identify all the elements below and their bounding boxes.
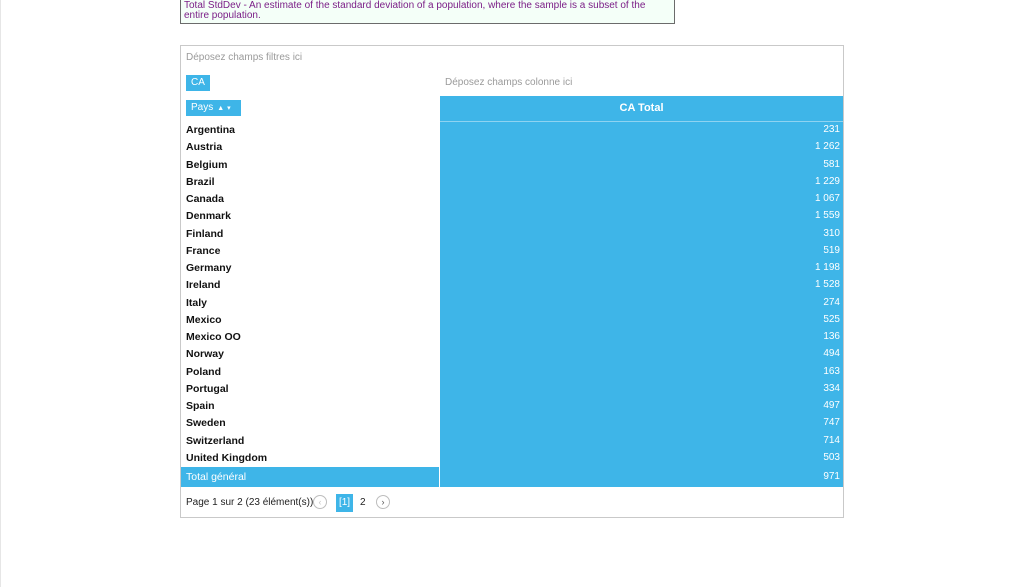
row-value: 231 bbox=[823, 124, 840, 135]
row-value: 1 262 bbox=[814, 141, 840, 153]
row-value: 1 229 bbox=[814, 175, 840, 187]
filter-icon[interactable]: ▾ bbox=[227, 105, 231, 112]
grand-total-label: Total général bbox=[181, 467, 439, 487]
table-row: Mexico OO 136 bbox=[181, 329, 843, 346]
tooltip-text: Total StdDev - An estimate of the standa… bbox=[184, 0, 646, 21]
row-label[interactable]: Poland bbox=[186, 366, 221, 378]
table-row: United Kingdom 503 bbox=[181, 450, 843, 467]
row-value: 503 bbox=[823, 451, 840, 463]
row-field-chip[interactable]: Pays ▲ ▾ bbox=[186, 100, 241, 116]
row-label[interactable]: Portugal bbox=[186, 383, 229, 395]
row-value: 334 bbox=[823, 382, 840, 394]
table-row: Norway 494 bbox=[181, 346, 843, 363]
table-row: Ireland 1 528 bbox=[181, 277, 843, 294]
column-header-ca-total[interactable]: CA Total bbox=[440, 96, 843, 121]
table-row: Portugal 334 bbox=[181, 381, 843, 398]
table-row: Finland 310 bbox=[181, 226, 843, 243]
tooltip: Total StdDev - An estimate of the standa… bbox=[180, 0, 675, 24]
pager: Page 1 sur 2 (23 élément(s)) ‹ [1] 2 › bbox=[186, 493, 390, 513]
column-drop-zone[interactable]: Déposez champs colonne ici bbox=[445, 77, 572, 88]
row-value: 747 bbox=[823, 417, 840, 429]
table-row: Spain 497 bbox=[181, 398, 843, 415]
page-left-border bbox=[0, 0, 1, 587]
row-label[interactable]: United Kingdom bbox=[186, 452, 267, 464]
grand-total-value: 971 bbox=[823, 471, 840, 482]
table-row: Belgium 581 bbox=[181, 157, 843, 174]
row-value: 274 bbox=[823, 296, 840, 308]
row-label[interactable]: Canada bbox=[186, 193, 224, 205]
row-label[interactable]: Finland bbox=[186, 228, 223, 240]
table-row: Mexico 525 bbox=[181, 312, 843, 329]
page-2-link[interactable]: 2 bbox=[360, 493, 366, 513]
next-page-button[interactable]: › bbox=[376, 495, 390, 509]
table-row: Denmark 1 559 bbox=[181, 208, 843, 225]
row-label[interactable]: Denmark bbox=[186, 210, 231, 222]
table-row: France 519 bbox=[181, 243, 843, 260]
row-value: 497 bbox=[823, 400, 840, 411]
filter-drop-zone[interactable]: Déposez champs filtres ici bbox=[186, 52, 302, 63]
table-row: Brazil 1 229 bbox=[181, 174, 843, 191]
row-label[interactable]: Switzerland bbox=[186, 435, 244, 447]
row-label[interactable]: Norway bbox=[186, 348, 224, 360]
row-value: 136 bbox=[823, 331, 840, 342]
row-label[interactable]: Ireland bbox=[186, 279, 220, 291]
row-field-label: Pays bbox=[191, 102, 214, 113]
row-value: 1 198 bbox=[814, 262, 840, 273]
row-value: 1 528 bbox=[814, 279, 840, 291]
row-label[interactable]: Mexico OO bbox=[186, 331, 241, 343]
table-row: Argentina 231 bbox=[181, 122, 843, 139]
table-row: Italy 274 bbox=[181, 295, 843, 312]
sort-ascending-icon[interactable]: ▲ bbox=[217, 105, 224, 112]
row-label[interactable]: Spain bbox=[186, 400, 215, 412]
table-row: Canada 1 067 bbox=[181, 191, 843, 208]
table-row: Sweden 747 bbox=[181, 415, 843, 432]
previous-page-button[interactable]: ‹ bbox=[313, 495, 327, 509]
table-row: Switzerland 714 bbox=[181, 433, 843, 450]
row-value: 163 bbox=[823, 365, 840, 377]
row-label[interactable]: Italy bbox=[186, 297, 207, 309]
row-label[interactable]: France bbox=[186, 245, 220, 257]
row-value: 494 bbox=[823, 348, 840, 360]
row-value: 525 bbox=[823, 313, 840, 325]
table-row: Austria 1 262 bbox=[181, 139, 843, 156]
row-value: 714 bbox=[823, 434, 840, 446]
row-label[interactable]: Austria bbox=[186, 141, 222, 153]
table-row: Poland 163 bbox=[181, 364, 843, 381]
row-value: 519 bbox=[823, 244, 840, 256]
grand-total-row: Total général 971 bbox=[181, 467, 843, 487]
row-label[interactable]: Sweden bbox=[186, 417, 226, 429]
row-value: 1 067 bbox=[814, 193, 840, 204]
row-label[interactable]: Brazil bbox=[186, 176, 215, 188]
table-row: Germany 1 198 bbox=[181, 260, 843, 277]
row-value: 581 bbox=[823, 158, 840, 170]
row-label[interactable]: Belgium bbox=[186, 159, 227, 171]
pivot-grid: Déposez champs filtres ici CA Déposez ch… bbox=[180, 45, 844, 518]
pager-summary: Page 1 sur 2 (23 élément(s)) bbox=[186, 497, 314, 508]
row-value: 1 559 bbox=[814, 210, 840, 222]
row-list: Argentina 231 Austria 1 262 Belgium 581 Brazil… bbox=[181, 122, 843, 467]
current-page-button[interactable]: [1] bbox=[336, 494, 353, 512]
row-value: 310 bbox=[823, 227, 840, 239]
row-label[interactable]: Mexico bbox=[186, 314, 222, 326]
row-label[interactable]: Germany bbox=[186, 262, 232, 274]
data-field-chip[interactable]: CA bbox=[186, 75, 210, 91]
row-label[interactable]: Argentina bbox=[186, 124, 235, 136]
